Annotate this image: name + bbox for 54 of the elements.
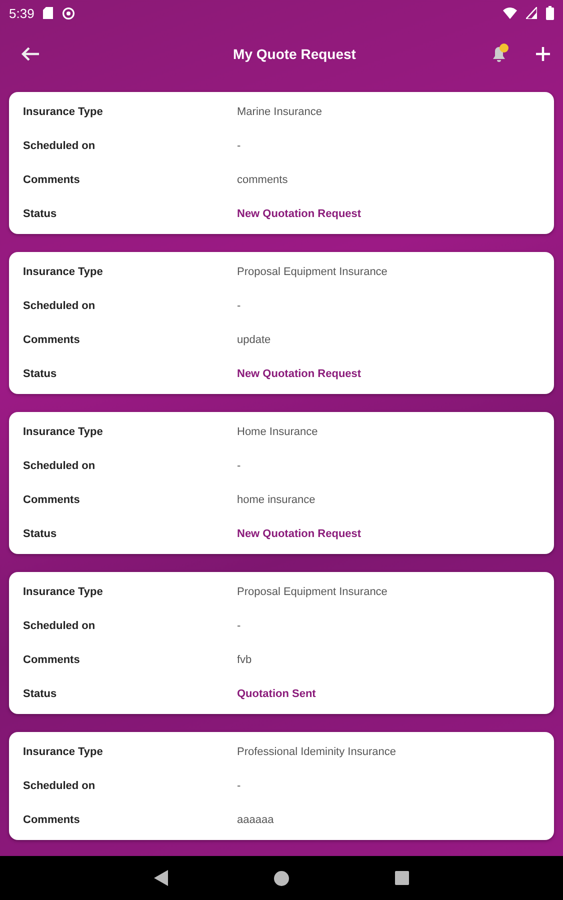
circle-icon [62,6,76,20]
back-nav-icon[interactable] [154,870,168,886]
field-label: Comments [23,654,81,666]
battery-icon [546,6,554,20]
request-card[interactable]: Insurance Type Proposal Equipment Insurance Scheduled on - Comments fvb Status Quotation Sent [9,572,554,714]
field-label: Status [23,208,58,220]
field-value: - [237,460,241,472]
sd-card-icon [43,7,54,19]
field-value: Proposal Equipment Insurance [237,266,388,278]
field-value: aaaaaa [237,814,274,826]
home-nav-icon[interactable] [274,870,289,886]
clock-time: 5:39 [9,6,34,20]
field-value: comments [237,174,288,186]
back-arrow-icon [20,46,40,62]
field-value: update [237,334,271,346]
field-label: Scheduled on [23,140,96,152]
field-label: Insurance Type [23,106,104,118]
field-label: Insurance Type [23,266,104,278]
field-value: - [237,140,241,152]
field-label: Comments [23,174,81,186]
field-value: - [237,620,241,632]
wifi-icon [503,7,517,19]
field-label: Scheduled on [23,300,96,312]
field-label: Status [23,688,58,700]
field-value: Home Insurance [237,426,318,438]
status-value: New Quotation Request [237,528,362,540]
field-value: Marine Insurance [237,106,322,118]
field-label: Status [23,368,58,380]
request-card[interactable]: Insurance Type Professional Ideminity Insurance Scheduled on - Comments aaaaaa [9,732,554,840]
plus-icon [535,46,551,62]
page-title: My Quote Request [232,46,357,62]
field-label: Comments [23,494,81,506]
field-label: Insurance Type [23,746,104,758]
field-value: fvb [237,654,252,666]
field-value: Proposal Equipment Insurance [237,586,388,598]
field-label: Scheduled on [23,620,96,632]
request-card[interactable]: Insurance Type Proposal Equipment Insurance Scheduled on - Comments update Status New Quotation Request [9,252,554,394]
field-label: Comments [23,334,81,346]
field-label: Comments [23,814,81,826]
field-label: Insurance Type [23,586,104,598]
field-label: Insurance Type [23,426,104,438]
status-value: Quotation Sent [237,688,316,700]
field-value: - [237,300,241,312]
status-value: New Quotation Request [237,208,362,220]
request-card[interactable]: Insurance Type Marine Insurance Scheduled on - Comments comments Status New Quotation Request [9,92,554,234]
field-label: Scheduled on [23,780,96,792]
status-value: New Quotation Request [237,368,362,380]
field-value: home insurance [237,494,316,506]
signal-icon [526,7,537,19]
field-label: Scheduled on [23,460,96,472]
field-label: Status [23,528,58,540]
request-card[interactable]: Insurance Type Home Insurance Scheduled on - Comments home insurance Status New Quotation Request [9,412,554,554]
field-value: - [237,780,241,792]
field-value: Professional Ideminity Insurance [237,746,396,758]
